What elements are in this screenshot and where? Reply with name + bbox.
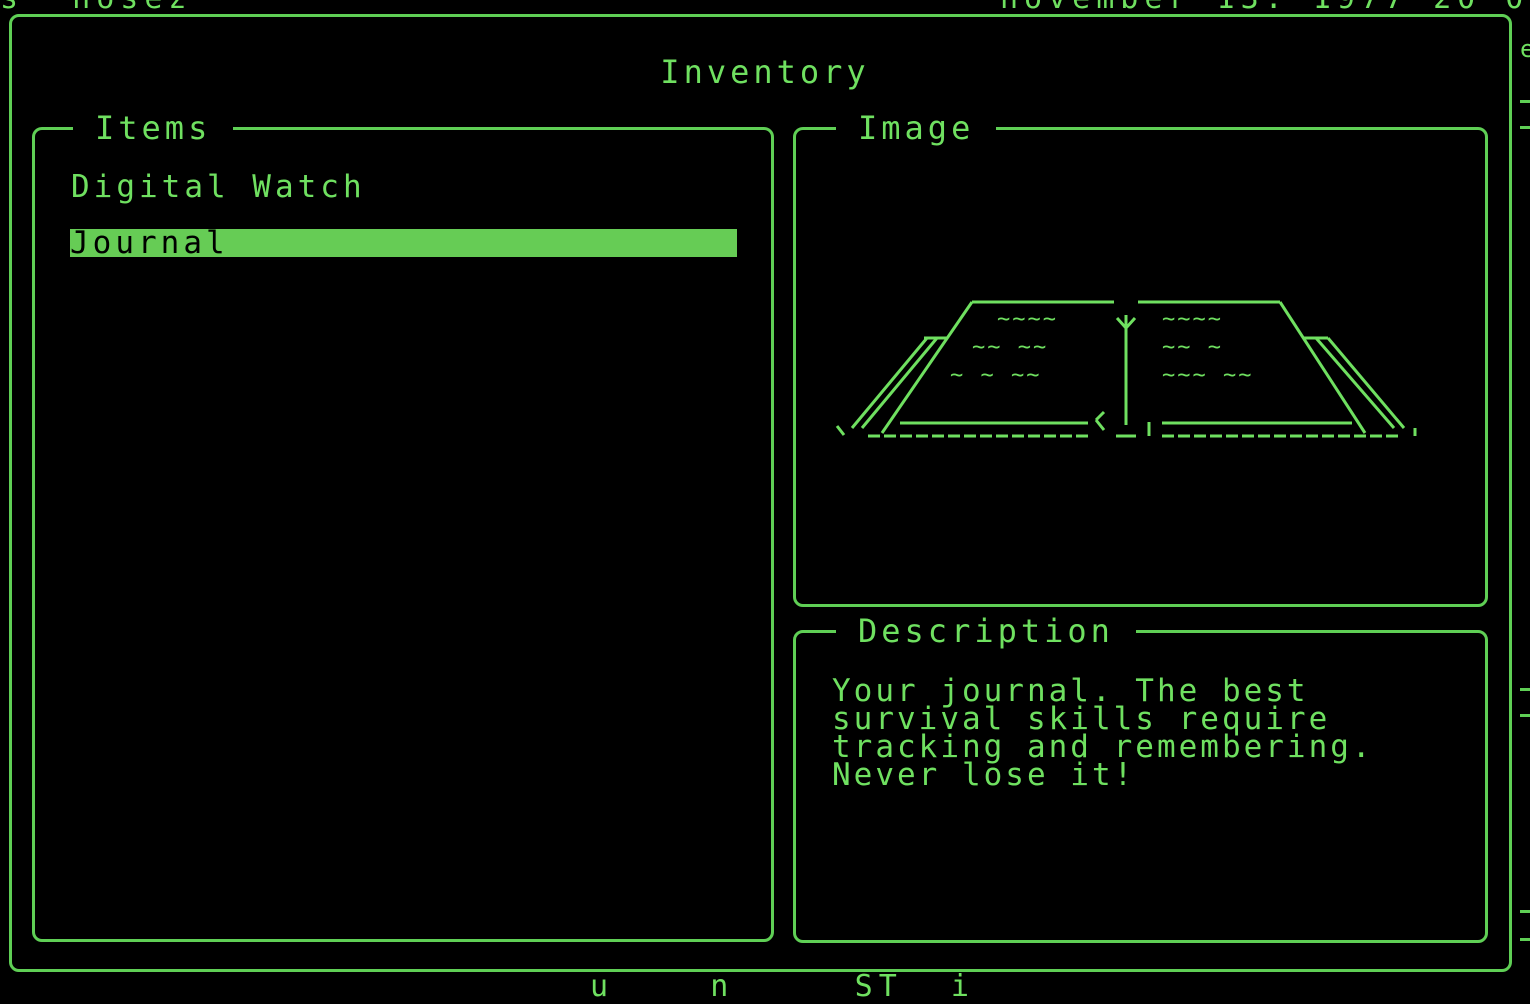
item-digital-watch[interactable]: Digital Watch (71, 172, 366, 203)
items-panel-title: Items (73, 110, 234, 146)
edge-tick (1520, 938, 1530, 941)
items-panel: Items Digital Watch Journal (32, 110, 774, 942)
svg-text:~~ ~~: ~~ ~~ (972, 335, 1048, 360)
svg-text:~~~~: ~~~~ (997, 307, 1058, 332)
item-description-text: Your journal. The best survival skills r… (832, 673, 1396, 793)
image-panel-title: Image (836, 110, 997, 146)
image-panel: Image ~~~~ ~~~~ ~~ ~~ ~~ ~ ~ ~ ~~ ~~~ ~~ (793, 110, 1488, 607)
open-book-icon: ~~~~ ~~~~ ~~ ~~ ~~ ~ ~ ~ ~~ ~~~ ~~ (835, 300, 1417, 438)
edge-tick (1520, 688, 1530, 691)
edge-tick (1520, 714, 1530, 717)
bottom-partial-text: u n ST i (590, 969, 975, 1004)
top-left-partial-text: s nosez (0, 0, 193, 14)
svg-text:~ ~ ~~: ~ ~ ~~ (950, 363, 1041, 388)
svg-text:~~ ~: ~~ ~ (1162, 335, 1223, 360)
top-right-partial-text: november 13. 1977 20 0 (1000, 0, 1529, 14)
description-panel-title: Description (836, 613, 1136, 649)
edge-tick (1520, 100, 1530, 103)
right-edge-partial-text: e (1520, 34, 1530, 64)
svg-text:~~~~: ~~~~ (1162, 307, 1223, 332)
window-title: Inventory (660, 53, 870, 91)
edge-tick (1520, 126, 1530, 129)
svg-text:~~~ ~~: ~~~ ~~ (1162, 363, 1253, 388)
edge-tick (1520, 910, 1530, 913)
item-journal-selected[interactable]: Journal (70, 228, 737, 259)
description-panel: Description Your journal. The best survi… (793, 613, 1488, 943)
